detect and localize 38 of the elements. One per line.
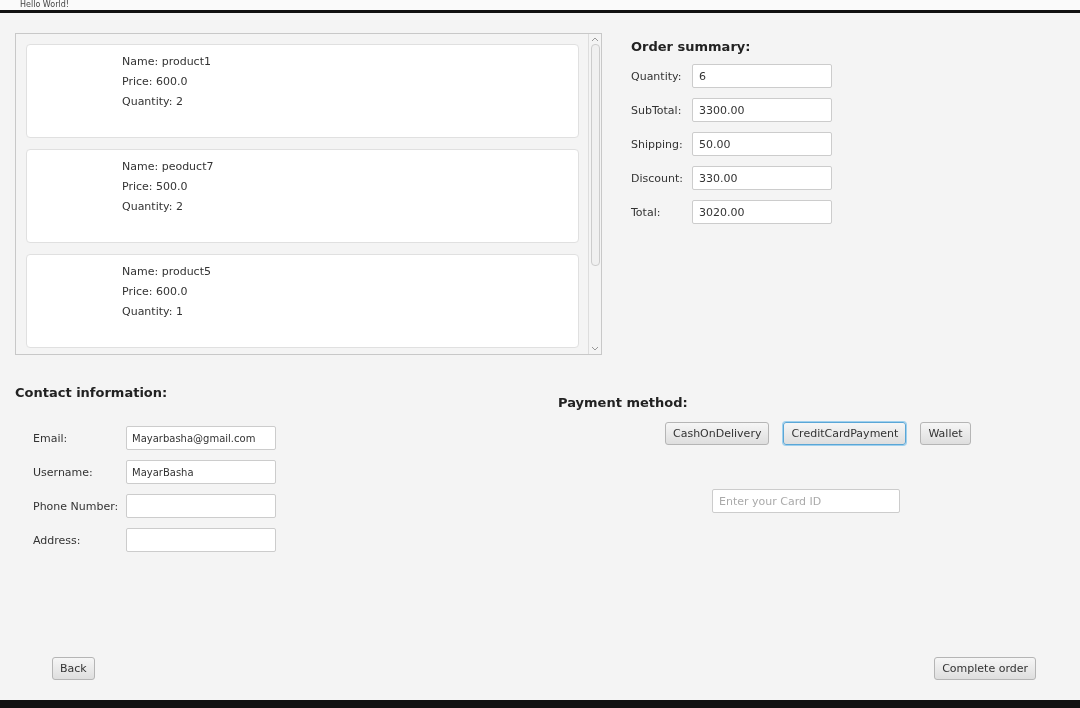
field-label: Address:	[33, 533, 82, 547]
card-id-field[interactable]: Enter your Card ID	[712, 489, 900, 513]
product-name: Name: product5	[122, 265, 212, 278]
payment-method-button[interactable]: CashOnDelivery	[665, 422, 770, 445]
summary-field[interactable]: 3300.00	[692, 98, 832, 122]
contact-field[interactable]: Mayarbasha@gmail.com	[126, 426, 276, 450]
contact-field[interactable]	[126, 494, 276, 518]
contact-field[interactable]	[126, 528, 276, 552]
product-quantity: Quantity: 1	[122, 305, 184, 318]
payment-method-button[interactable]: Wallet	[920, 422, 971, 445]
product-name: Name: peoduct7	[122, 160, 215, 173]
field-label: Phone Number:	[33, 499, 120, 513]
complete-order-button[interactable]: Complete order	[934, 657, 1036, 680]
summary-field[interactable]: 50.00	[692, 132, 832, 156]
order-summary-heading: Order summary:	[631, 39, 752, 54]
product-price: Price: 600.0	[122, 75, 189, 88]
field-label: Quantity:	[631, 69, 683, 83]
field-label: Shipping:	[631, 137, 684, 151]
summary-field[interactable]: 3020.00	[692, 200, 832, 224]
window-title: Hello World!	[20, 0, 69, 10]
summary-field[interactable]: 330.00	[692, 166, 832, 190]
payment-method-button[interactable]: CreditCardPayment	[783, 422, 907, 445]
product-quantity: Quantity: 2	[122, 95, 184, 108]
field-label: Email:	[33, 431, 69, 445]
scroll-bar[interactable]	[588, 34, 601, 354]
back-button[interactable]: Back	[52, 657, 95, 680]
field-label: Total:	[631, 205, 662, 219]
product-price: Price: 500.0	[122, 180, 189, 193]
product-name: Name: product1	[122, 55, 212, 68]
field-label: Discount:	[631, 171, 684, 185]
contact-field[interactable]: MayarBasha	[126, 460, 276, 484]
field-label: SubTotal:	[631, 103, 683, 117]
contact-heading: Contact information:	[15, 385, 169, 400]
summary-field[interactable]: 6	[692, 64, 832, 88]
payment-heading: Payment method:	[558, 395, 689, 410]
product-price: Price: 600.0	[122, 285, 189, 298]
product-quantity: Quantity: 2	[122, 200, 184, 213]
field-label: Username:	[33, 465, 94, 479]
